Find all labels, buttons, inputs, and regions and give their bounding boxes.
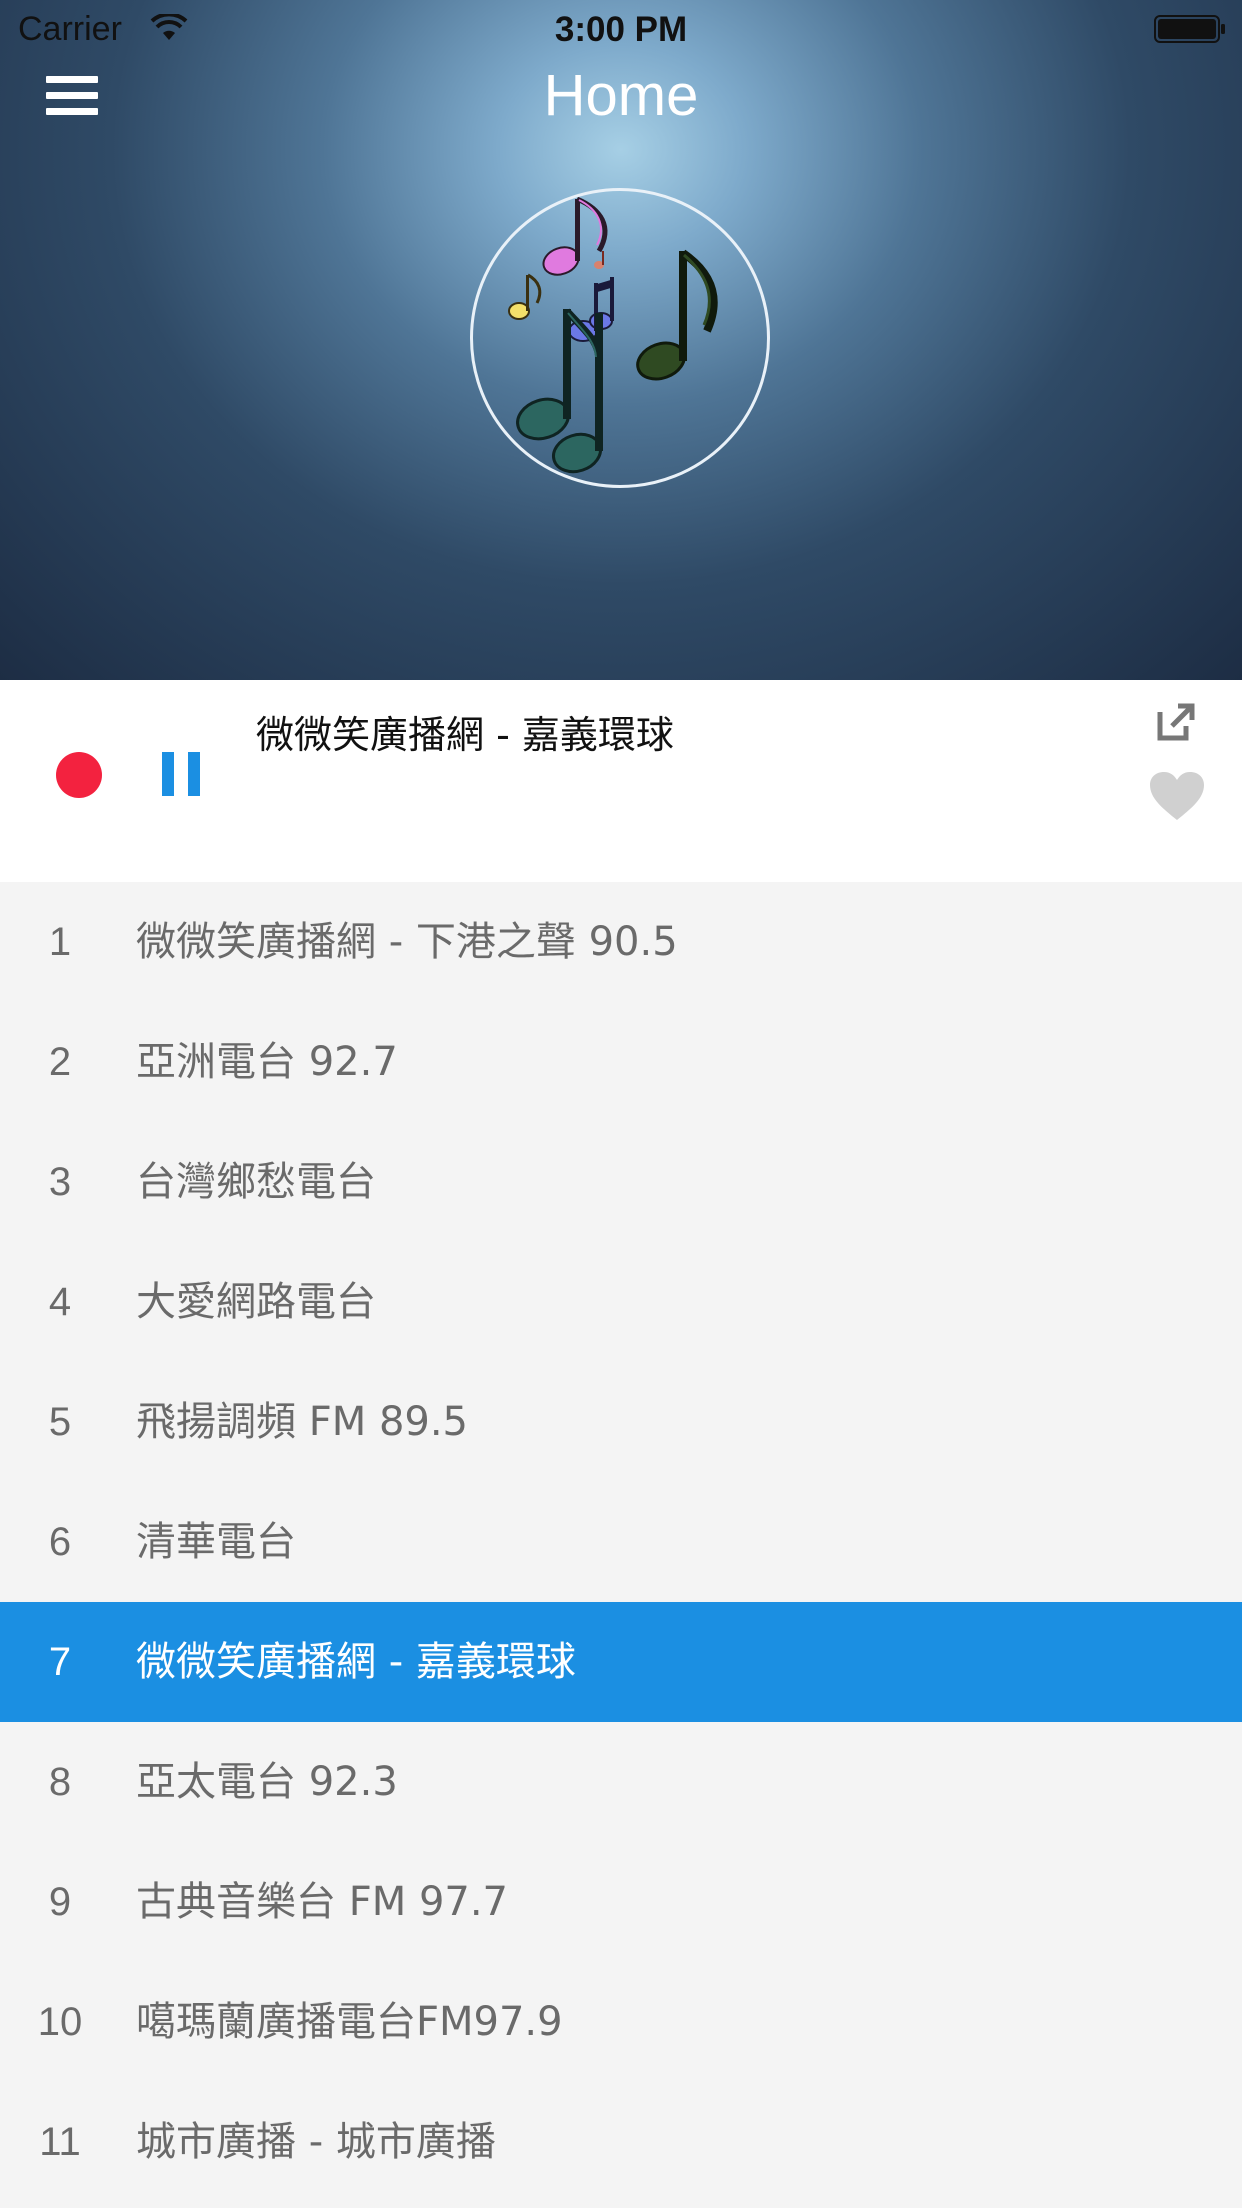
heart-icon[interactable] — [1148, 770, 1206, 822]
station-number: 4 — [48, 1280, 72, 1324]
status-bar: Carrier 3:00 PM — [0, 0, 1242, 60]
station-number: 11 — [39, 2120, 81, 2164]
station-row[interactable]: 10 噶瑪蘭廣播電台FM97.9 — [0, 1962, 1242, 2082]
station-name: 城市廣播 - 城市廣播 — [136, 2119, 496, 2165]
station-number: 3 — [48, 1160, 72, 1204]
station-row[interactable]: 8 亞太電台 92.3 — [0, 1722, 1242, 1842]
station-number: 2 — [48, 1040, 72, 1084]
station-row[interactable]: 6 清華電台 — [0, 1482, 1242, 1602]
station-name: 飛揚調頻 FM 89.5 — [136, 1399, 469, 1445]
station-list: 1 微微笑廣播網 - 下港之聲 90.5 2 亞洲電台 92.7 3 台灣鄉愁電台 4 大愛網… — [0, 882, 1242, 2202]
station-name: 噶瑪蘭廣播電台FM97.9 — [136, 1999, 563, 2045]
pause-bar-icon — [188, 752, 200, 796]
header-hero: Carrier 3:00 PM Home — [0, 0, 1242, 680]
pause-button[interactable] — [162, 752, 200, 796]
station-row[interactable]: 1 微微笑廣播網 - 下港之聲 90.5 — [0, 882, 1242, 1002]
station-number: 6 — [48, 1520, 72, 1564]
station-row[interactable]: 9 古典音樂台 FM 97.7 — [0, 1842, 1242, 1962]
station-row[interactable]: 3 台灣鄉愁電台 — [0, 1122, 1242, 1242]
status-time: 3:00 PM — [554, 10, 688, 49]
page-title: Home — [543, 63, 699, 128]
station-number: 7 — [48, 1640, 72, 1684]
station-number: 5 — [48, 1400, 72, 1444]
station-name: 古典音樂台 FM 97.7 — [136, 1879, 509, 1925]
record-button[interactable] — [56, 752, 102, 798]
music-notes-icon — [508, 196, 718, 474]
now-playing-title: 微微笑廣播網 - 嘉義環球 — [256, 713, 674, 757]
station-artwork — [470, 188, 770, 488]
station-name: 亞洲電台 92.7 — [136, 1039, 398, 1085]
station-row[interactable]: 4 大愛網路電台 — [0, 1242, 1242, 1362]
battery-icon — [1154, 15, 1225, 43]
station-number: 9 — [48, 1880, 72, 1924]
station-name: 微微笑廣播網 - 下港之聲 90.5 — [136, 919, 678, 965]
station-row[interactable]: 11 城市廣播 - 城市廣播 — [0, 2082, 1242, 2202]
pause-bar-icon — [162, 752, 174, 796]
station-number: 1 — [48, 920, 72, 964]
station-name: 大愛網路電台 — [136, 1279, 376, 1325]
station-number: 10 — [37, 2000, 83, 2044]
share-icon[interactable] — [1156, 702, 1196, 742]
station-name: 台灣鄉愁電台 — [136, 1159, 376, 1205]
station-row[interactable]: 5 飛揚調頻 FM 89.5 — [0, 1362, 1242, 1482]
station-name: 亞太電台 92.3 — [136, 1759, 398, 1805]
station-name: 清華電台 — [136, 1519, 296, 1565]
station-number: 8 — [48, 1760, 72, 1804]
station-name: 微微笑廣播網 - 嘉義環球 — [136, 1639, 576, 1685]
station-row[interactable]: 2 亞洲電台 92.7 — [0, 1002, 1242, 1122]
station-row[interactable]: 7 微微笑廣播網 - 嘉義環球 — [0, 1602, 1242, 1722]
